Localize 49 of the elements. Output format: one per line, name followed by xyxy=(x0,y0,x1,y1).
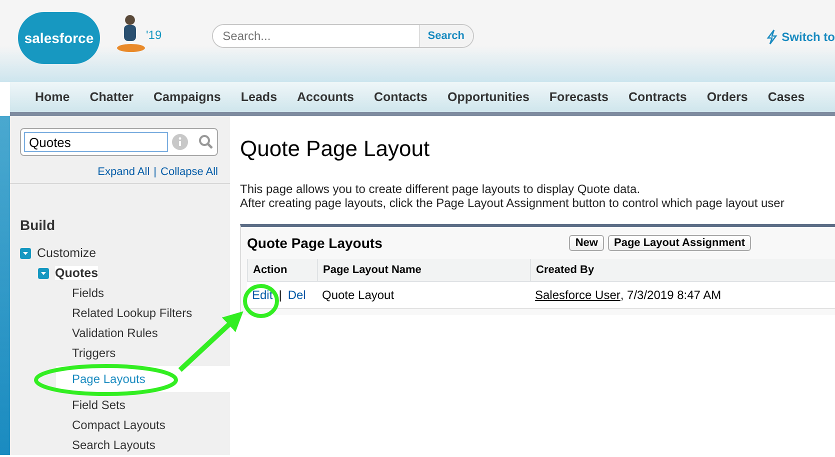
tree-folder[interactable]: Quotes xyxy=(55,266,98,280)
column-header: Action xyxy=(247,259,317,282)
tree-item[interactable]: Search Layouts xyxy=(10,435,230,455)
table-cell: Quote Layout xyxy=(317,282,530,309)
link-separator: | xyxy=(278,288,282,302)
nav-tab[interactable]: Orders xyxy=(696,90,758,104)
panel-title: Quote Page Layouts xyxy=(247,235,382,251)
panel-button[interactable]: Page Layout Assignment xyxy=(608,235,751,251)
collapse-all-link[interactable]: Collapse All xyxy=(160,166,218,178)
edit-link[interactable]: Edit xyxy=(252,288,273,302)
logo: salesforce xyxy=(18,12,100,64)
highlight-ellipse xyxy=(243,284,279,318)
tree-item[interactable]: Fields xyxy=(10,283,230,303)
page-title: Quote Page Layout xyxy=(240,136,431,162)
delete-link[interactable]: Del xyxy=(288,288,306,302)
expand-toggle-icon[interactable] xyxy=(20,248,31,258)
nav-tab[interactable]: Campaigns xyxy=(144,90,231,104)
nav-tab[interactable]: Opportunities xyxy=(437,90,540,104)
info-icon[interactable] xyxy=(172,134,188,150)
tree-item[interactable]: Validation Rules xyxy=(10,323,230,343)
switch-link[interactable]: Switch to xyxy=(782,30,835,44)
description-text: This page allows you to create different page layouts to display Quote data. xyxy=(240,182,642,196)
description-text: After creating page layouts, click the Page Layout Assignment button to control which page layout user xyxy=(240,196,786,210)
expand-all-link[interactable]: Expand All xyxy=(98,166,150,178)
column-header: Created By xyxy=(530,259,835,282)
sidebar-search-field[interactable]: Quotes xyxy=(24,132,168,152)
nav-tab[interactable]: Home xyxy=(25,90,80,104)
user-link[interactable]: Salesforce User xyxy=(535,288,620,302)
nav-tab[interactable]: Forecasts xyxy=(539,90,618,104)
nav-tab[interactable]: Leads xyxy=(230,90,288,104)
expand-toggle-icon[interactable] xyxy=(38,268,49,278)
tree-folder[interactable]: Customize xyxy=(37,246,96,260)
search-icon[interactable] xyxy=(198,134,214,150)
tree-item[interactable]: Triggers xyxy=(10,343,230,363)
column-header: Page Layout Name xyxy=(317,259,530,282)
lightning-icon xyxy=(766,29,778,45)
nav-tab[interactable]: Contracts xyxy=(618,90,697,104)
tree-item[interactable]: Field Sets xyxy=(10,395,230,415)
nav-tab[interactable]: Chatter xyxy=(80,90,144,104)
nav-tab[interactable]: Cases xyxy=(758,90,815,104)
link-separator: | xyxy=(154,166,157,178)
release-label: '19 xyxy=(146,28,162,42)
tree-item[interactable]: Compact Layouts xyxy=(10,415,230,435)
section-heading: Build xyxy=(20,217,56,233)
panel-button[interactable]: New xyxy=(569,235,604,251)
created-date: , 7/3/2019 8:47 AM xyxy=(620,288,722,302)
tree-item[interactable]: Related Lookup Filters xyxy=(10,303,230,323)
nav-tab[interactable]: Contacts xyxy=(364,90,438,104)
nav-tab[interactable]: Accounts xyxy=(287,90,364,104)
